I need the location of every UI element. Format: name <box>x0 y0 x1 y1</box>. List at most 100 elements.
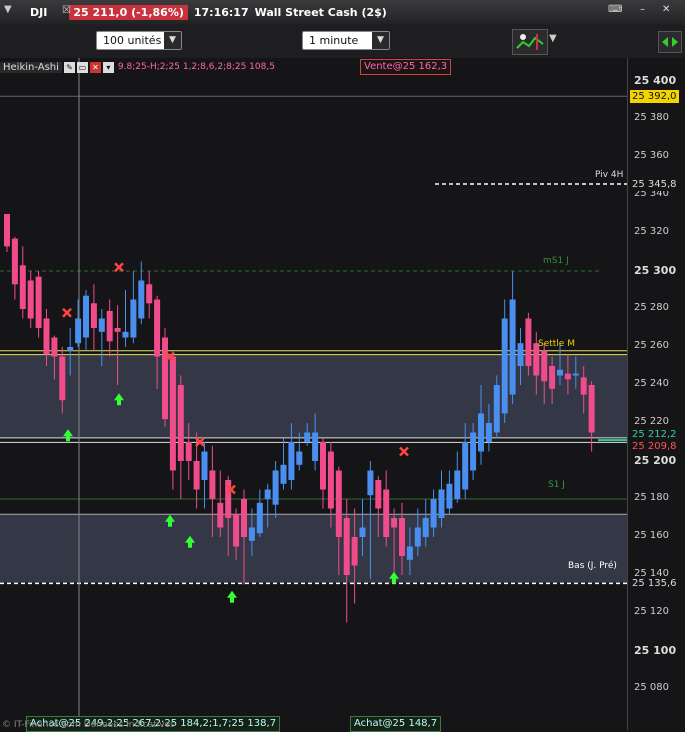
timeframe-select[interactable]: 1 minute ▼ <box>302 31 390 50</box>
candle-body <box>454 470 461 499</box>
candle-body <box>67 347 74 351</box>
price-tag-price_current: 25 392,0 <box>630 90 679 104</box>
chart-toolbar: 100 unités ▼ 1 minute ▼ ▼ <box>0 24 685 59</box>
sell-cross-icon <box>399 446 409 457</box>
settle-label: Settle M <box>538 339 575 349</box>
candle-body <box>383 489 390 537</box>
candle-body <box>478 413 484 452</box>
minimize-icon[interactable]: – <box>640 4 654 18</box>
candle-body <box>351 537 358 566</box>
axis-tick-label: 25 400 <box>634 74 677 87</box>
candle-body <box>406 546 413 560</box>
candle-body <box>106 310 113 342</box>
candle-body <box>335 470 342 537</box>
timeframe-value: 1 minute <box>309 34 359 47</box>
candle-body <box>130 299 137 338</box>
candle-body <box>557 369 563 376</box>
axis-tick-label: 25 120 <box>634 606 669 617</box>
candlestick-chart[interactable] <box>0 58 627 730</box>
candle-body <box>241 499 247 537</box>
candle-body <box>517 343 524 366</box>
overlay-values: 9.8;25-H;2;25 1,2;8,6,2;8;25 108,5 <box>117 62 275 72</box>
candle-body <box>264 489 271 499</box>
chart-legend: Heikin-Ashi ✎ ▭ ✕ ▾ 9.8;25-H;2;25 1,2;8,… <box>0 60 275 74</box>
checkbox-icon[interactable]: ☒ <box>62 5 74 19</box>
candle-body <box>154 299 161 357</box>
candle-body <box>217 502 224 528</box>
window-icon[interactable]: ▭ <box>76 61 88 73</box>
candle-body <box>509 299 516 395</box>
quantity-select[interactable]: 100 unités ▼ <box>96 31 182 50</box>
sell-order-box[interactable]: Vente@25 162,3 <box>360 59 452 75</box>
axis-tick-label: 25 220 <box>634 416 669 427</box>
s1-label: S1 J <box>548 480 565 490</box>
candle-body <box>422 518 429 537</box>
sell-cross-icon <box>62 307 72 318</box>
candle-body <box>391 518 398 528</box>
price-tag-p2: 25 209,8 <box>630 439 679 453</box>
candle-body <box>248 527 255 541</box>
indicator-name: Heikin-Ashi <box>0 61 62 73</box>
candle-body <box>399 518 405 556</box>
candle-body <box>588 385 595 433</box>
axis-tick-label: 25 300 <box>634 264 677 277</box>
chevron-down-icon[interactable]: ▼ <box>4 4 16 18</box>
candle-body <box>564 373 571 380</box>
keyboard-icon[interactable]: ⌨ <box>608 4 626 18</box>
candle-body <box>462 442 469 490</box>
price-axis[interactable]: 25 400 25 380 25 360 25 340 25 320 25 300 25 2… <box>627 58 685 730</box>
move-icon[interactable]: ▾ <box>102 61 114 73</box>
axis-tick-label: 25 100 <box>634 644 677 657</box>
axis-tick-label: 25 160 <box>634 530 669 541</box>
candle-body <box>572 373 579 376</box>
price-change-badge: 25 211,0 (-1,86%) <box>69 4 188 20</box>
indicators-button[interactable] <box>512 29 548 55</box>
time-label: 17:16:17 <box>193 5 249 19</box>
chevron-down-icon[interactable]: ▼ <box>549 33 561 47</box>
candle-body <box>525 318 532 366</box>
candle-body <box>177 385 184 461</box>
candle-body <box>185 442 192 461</box>
axis-tick-label: 25 080 <box>634 682 669 693</box>
axis-tick-label: 25 180 <box>634 492 669 503</box>
candle-body <box>169 356 176 471</box>
chart-area[interactable] <box>0 58 627 730</box>
low-prev-label: Bas (J. Pré) <box>568 561 617 571</box>
candle-body <box>59 356 66 401</box>
candle-body <box>501 318 508 414</box>
candle-body <box>312 432 319 461</box>
candle-body <box>541 350 548 382</box>
candle-body <box>233 514 240 547</box>
candle-body <box>375 480 382 509</box>
candle-body <box>493 385 500 433</box>
remove-icon[interactable]: ✕ <box>89 61 101 73</box>
candle-body <box>470 432 477 471</box>
candle-body <box>43 318 50 355</box>
candle-body <box>19 265 26 309</box>
candle-body <box>446 483 453 509</box>
candle-body <box>4 214 10 247</box>
candle-body <box>201 451 208 480</box>
close-icon[interactable]: ✕ <box>662 4 676 18</box>
chevron-down-icon: ▼ <box>372 32 389 49</box>
candle-body <box>146 284 153 304</box>
top-bar: ▼ DJI ☒ 25 211,0 (-1,86%) 17:16:17 Wall … <box>0 0 685 25</box>
candle-body <box>272 470 279 505</box>
candle-body <box>35 276 42 328</box>
axis-tick-label: 25 380 <box>634 112 669 123</box>
sell-cross-icon <box>114 262 124 273</box>
candle-body <box>430 499 437 528</box>
candle-body <box>343 518 350 575</box>
candle-body <box>580 377 587 395</box>
lower-zone <box>0 514 627 583</box>
wrench-icon[interactable]: ✎ <box>63 61 75 73</box>
fullscreen-button[interactable] <box>658 31 682 53</box>
candle-body <box>75 318 82 344</box>
candle-body <box>90 303 97 328</box>
axis-tick-label: 25 260 <box>634 340 669 351</box>
candle-body <box>485 423 492 442</box>
price-tag-low_prev: 25 135,6 <box>630 577 679 591</box>
expand-icon <box>662 37 678 47</box>
candle-body <box>438 489 445 518</box>
axis-tick-label: 25 280 <box>634 302 669 313</box>
